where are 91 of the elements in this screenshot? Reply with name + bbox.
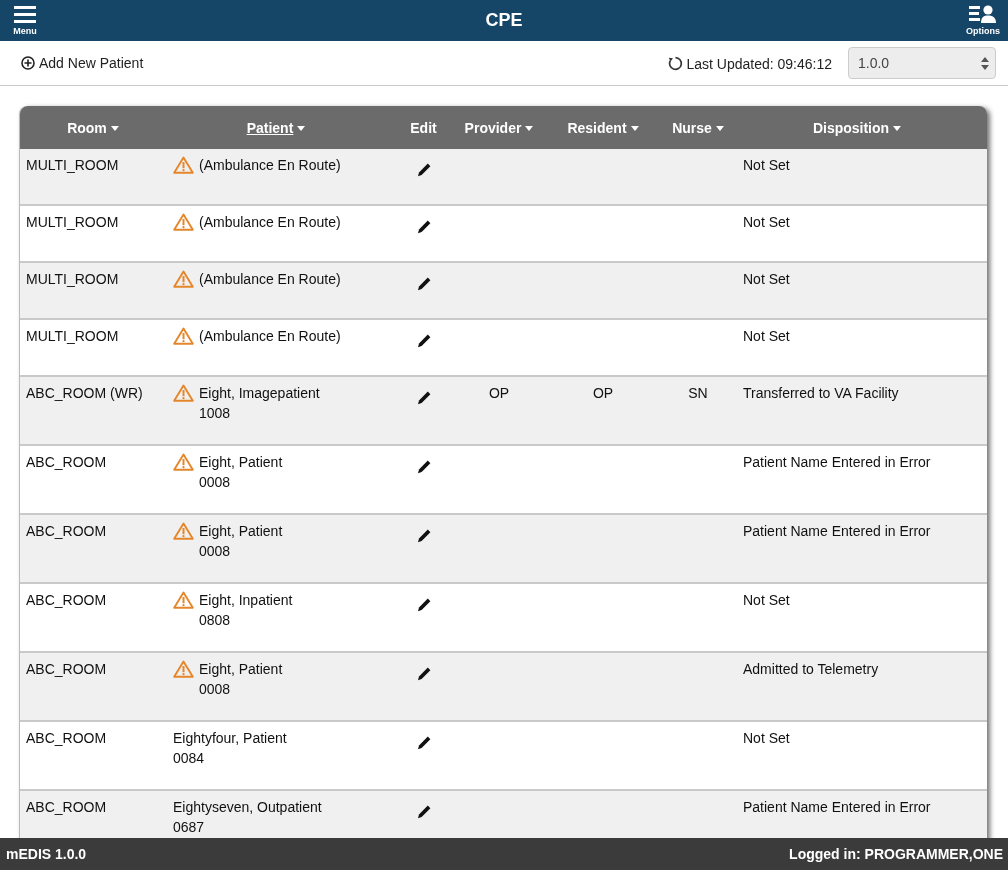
patient-row[interactable]: ABC_ROOM Eightyseven, Outpatient 0687 Patient Name Entered in Error <box>20 791 987 838</box>
logged-in-user: Logged in: PROGRAMMER,ONE <box>789 846 1003 862</box>
patient-row[interactable]: ABC_ROOM Eightyfour, Patient 0084 Not Set <box>20 722 987 791</box>
patient-row[interactable]: ABC_ROOM Eight, Patient 0008 Patient Name Entered in Error <box>20 446 987 515</box>
patient-row[interactable]: ABC_ROOM Eight, Patient 0008 Patient Name Entered in Error <box>20 515 987 584</box>
caret-icon <box>297 126 306 132</box>
patient-number: 0687 <box>173 818 205 837</box>
disposition-text: Patient Name Entered in Error <box>743 799 931 815</box>
patient-number: 1008 <box>199 404 231 423</box>
disposition-text: Admitted to Telemetry <box>743 661 879 677</box>
last-updated-text: Last Updated: 09:46:12 <box>686 55 832 72</box>
caret-icon <box>715 126 724 132</box>
caret-icon <box>893 126 902 132</box>
caret-icon <box>110 126 119 132</box>
patient-number: 0008 <box>199 473 231 492</box>
pencil-icon[interactable] <box>416 736 431 750</box>
room-name: ABC_ROOM (WR) <box>26 385 143 401</box>
patient-row[interactable]: MULTI_ROOM (Ambulance En Route) Not Set <box>20 149 987 206</box>
room-name: ABC_ROOM <box>26 592 107 608</box>
refresh-icon <box>668 56 684 71</box>
patient-name: Eightyfour, Patient <box>173 729 287 748</box>
pencil-icon[interactable] <box>416 334 431 348</box>
patient-number: 0008 <box>199 680 231 699</box>
disposition-text: Not Set <box>743 157 790 173</box>
room-name: MULTI_ROOM <box>26 271 119 287</box>
patient-number: 0808 <box>199 611 231 630</box>
disposition-text: Patient Name Entered in Error <box>743 454 931 470</box>
patient-name: Eight, Imagepatient <box>199 384 320 403</box>
room-name: MULTI_ROOM <box>26 157 119 173</box>
patient-name: Eight, Inpatient <box>199 591 293 610</box>
pencil-icon[interactable] <box>416 667 431 681</box>
column-header[interactable]: Provider <box>461 119 537 136</box>
patient-name: Eight, Patient <box>199 660 283 679</box>
pencil-icon[interactable] <box>416 460 431 474</box>
nurse-initials: SN <box>688 385 708 401</box>
patient-name: Eightyseven, Outpatient <box>173 798 322 817</box>
menu-button[interactable]: Menu <box>8 5 42 36</box>
resident-initials: OP <box>592 385 614 401</box>
room-name: ABC_ROOM <box>26 799 107 815</box>
page-title: CPE <box>485 10 523 31</box>
patient-name: (Ambulance En Route) <box>199 213 341 232</box>
patient-name: (Ambulance En Route) <box>199 156 341 175</box>
column-header[interactable]: Disposition <box>727 119 987 136</box>
patient-row[interactable]: ABC_ROOM (WR) Eight, Imagepatient 1008 OP OP SN Transferred to VA Facility <box>20 377 987 446</box>
menu-icon <box>14 5 36 23</box>
patient-row[interactable]: MULTI_ROOM (Ambulance En Route) Not Set <box>20 263 987 320</box>
pencil-icon[interactable] <box>416 598 431 612</box>
caret-icon <box>630 126 639 132</box>
patient-row[interactable]: ABC_ROOM Eight, Patient 0008 Admitted to Telemetry <box>20 653 987 722</box>
patient-row[interactable]: ABC_ROOM Eight, Inpatient 0808 Not Set <box>20 584 987 653</box>
user-list-icon <box>969 5 997 23</box>
pencil-icon[interactable] <box>416 805 431 819</box>
patient-row[interactable]: MULTI_ROOM (Ambulance En Route) Not Set <box>20 206 987 263</box>
plus-circle-icon <box>21 55 35 70</box>
provider-initials: OP <box>488 385 510 401</box>
column-header[interactable]: Room <box>20 119 166 136</box>
disposition-text: Not Set <box>743 214 790 230</box>
room-name: ABC_ROOM <box>26 523 107 539</box>
patient-name: (Ambulance En Route) <box>199 270 341 289</box>
up-down-arrows-icon <box>981 56 989 70</box>
pencil-icon[interactable] <box>416 277 431 291</box>
pencil-icon[interactable] <box>416 529 431 543</box>
pencil-icon[interactable] <box>416 220 431 234</box>
room-name: MULTI_ROOM <box>26 328 119 344</box>
patient-number: 0084 <box>173 749 205 768</box>
patient-row[interactable]: MULTI_ROOM (Ambulance En Route) Not Set <box>20 320 987 377</box>
pencil-icon[interactable] <box>416 391 431 405</box>
add-patient-link[interactable]: Add New Patient <box>21 54 144 71</box>
room-name: ABC_ROOM <box>26 454 107 470</box>
disposition-text: Not Set <box>743 271 790 287</box>
options-button[interactable]: Options <box>966 5 1000 36</box>
room-name: ABC_ROOM <box>26 730 107 746</box>
disposition-text: Patient Name Entered in Error <box>743 523 931 539</box>
caret-icon <box>525 126 534 132</box>
patient-name: Eight, Patient <box>199 522 283 541</box>
disposition-text: Not Set <box>743 328 790 344</box>
column-header[interactable]: Nurse <box>669 119 727 136</box>
disposition-text: Transferred to VA Facility <box>743 385 899 401</box>
disposition-text: Not Set <box>743 592 790 608</box>
patient-name: Eight, Patient <box>199 453 283 472</box>
column-header[interactable]: Patient <box>166 119 386 136</box>
version-select[interactable]: 1.0.0 <box>848 47 996 79</box>
patient-name: (Ambulance En Route) <box>199 327 341 346</box>
pencil-icon[interactable] <box>416 163 431 177</box>
room-name: MULTI_ROOM <box>26 214 119 230</box>
disposition-text: Not Set <box>743 730 790 746</box>
room-name: ABC_ROOM <box>26 661 107 677</box>
app-version: mEDIS 1.0.0 <box>6 846 87 862</box>
patient-number: 0008 <box>199 542 231 561</box>
column-header[interactable]: Resident <box>537 119 669 136</box>
column-header: Edit <box>409 119 438 136</box>
